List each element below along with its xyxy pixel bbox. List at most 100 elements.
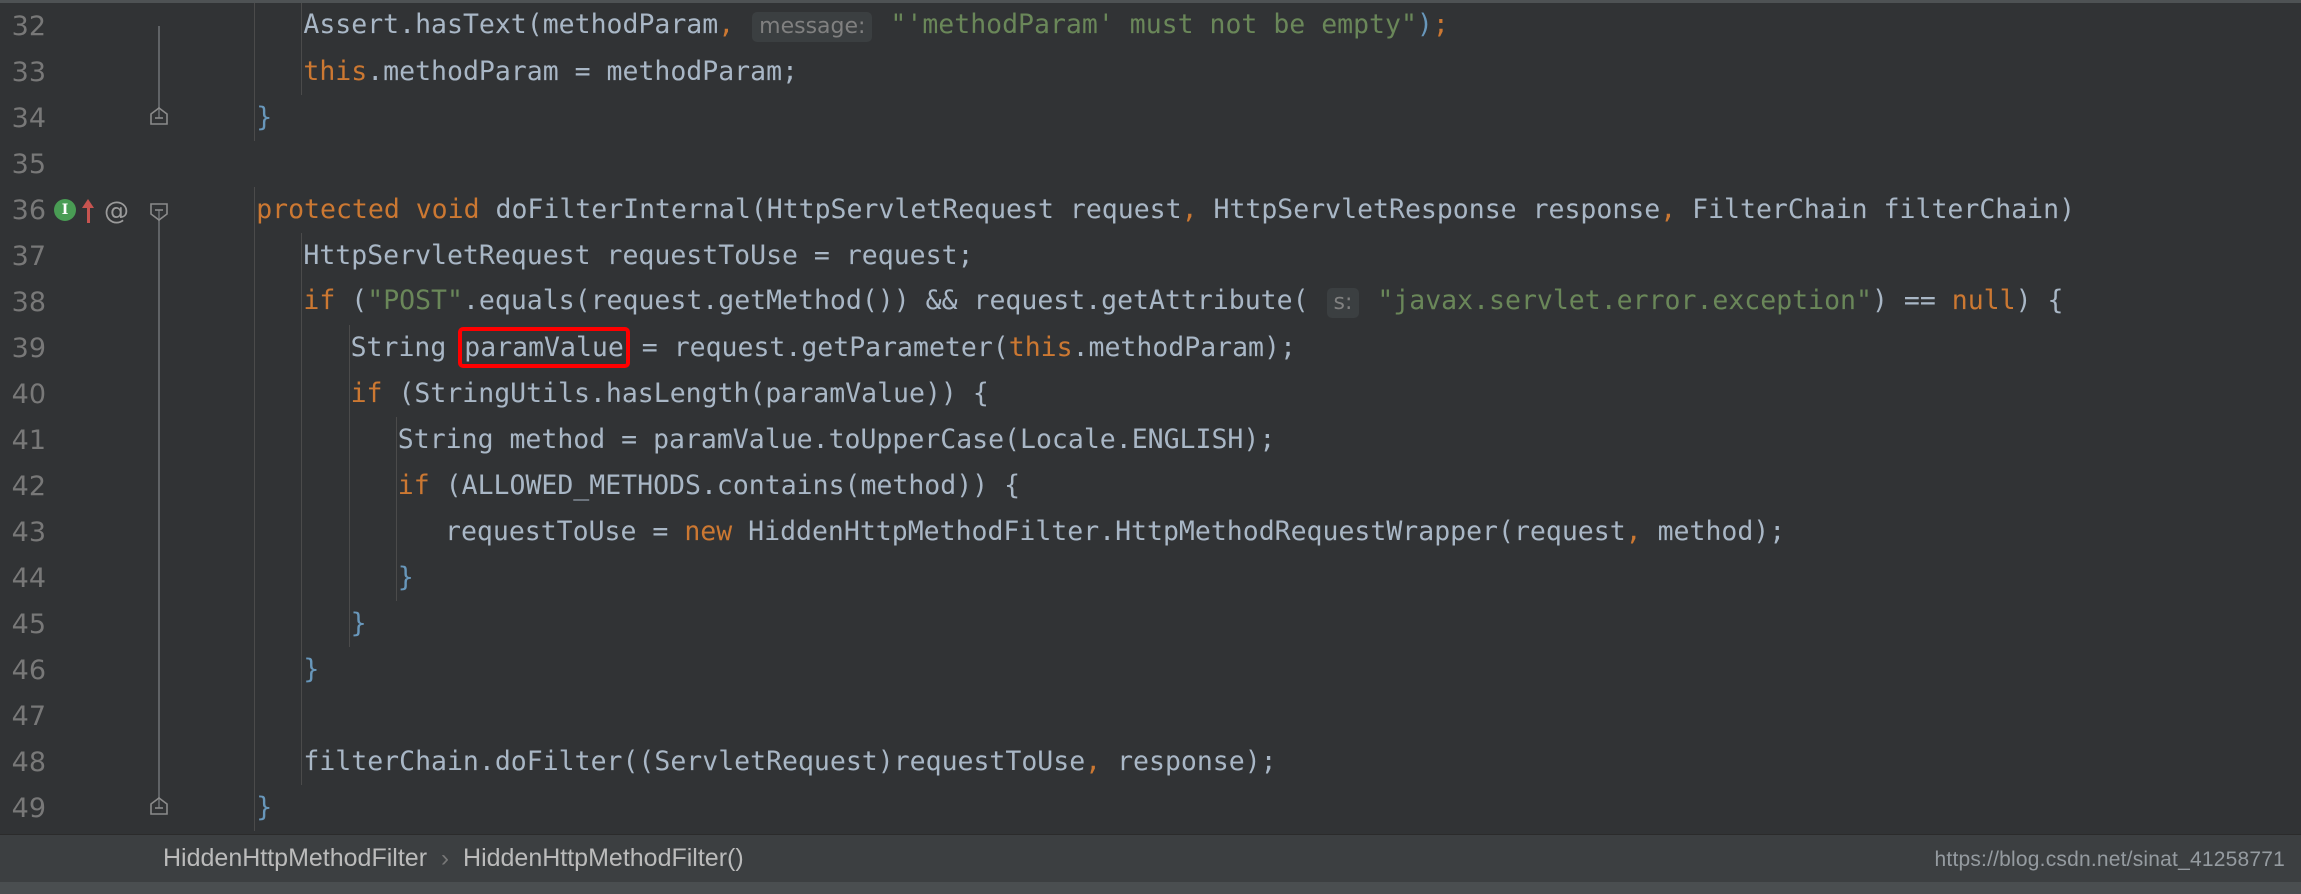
fold-collapse-icon[interactable] — [149, 107, 169, 129]
gutter-markers[interactable] — [46, 3, 136, 49]
code-line-text[interactable]: } — [182, 647, 2301, 693]
code-fold-gutter[interactable] — [136, 601, 182, 647]
code-lines-container[interactable]: 32 Assert.hasText(methodParam, message: "… — [0, 3, 2301, 831]
gutter-markers[interactable] — [46, 601, 136, 647]
indent-guide — [348, 325, 350, 647]
code-fold-gutter[interactable] — [136, 3, 182, 49]
code-line[interactable]: 37 HttpServletRequest requestToUse = requ… — [0, 233, 2301, 279]
gutter-markers[interactable] — [46, 463, 136, 509]
breadcrumb-item-method[interactable]: HiddenHttpMethodFilter() — [463, 844, 744, 873]
fold-region-line — [158, 555, 160, 601]
code-line[interactable]: 32 Assert.hasText(methodParam, message: "… — [0, 3, 2301, 49]
code-area[interactable]: 32 Assert.hasText(methodParam, message: "… — [0, 3, 2301, 834]
code-line[interactable]: 49} — [0, 785, 2301, 831]
code-fold-gutter[interactable] — [136, 371, 182, 417]
fold-region-line — [158, 279, 160, 325]
code-line-text[interactable] — [182, 693, 2301, 739]
code-fold-gutter[interactable] — [136, 647, 182, 693]
code-line-text[interactable]: } — [182, 785, 2301, 831]
code-fold-gutter[interactable] — [136, 785, 182, 831]
code-line-text[interactable]: if (StringUtils.hasLength(paramValue)) { — [182, 371, 2301, 417]
code-fold-gutter[interactable] — [136, 509, 182, 555]
code-line-text[interactable]: requestToUse = new HiddenHttpMethodFilte… — [182, 509, 2301, 555]
gutter-markers[interactable] — [46, 509, 136, 555]
code-line-text[interactable]: filterChain.doFilter((ServletRequest)req… — [182, 739, 2301, 785]
code-line-text[interactable]: HttpServletRequest requestToUse = reques… — [182, 233, 2301, 279]
code-token: HttpServletResponse response — [1197, 194, 1661, 225]
fold-region-line — [158, 739, 160, 785]
gutter-markers[interactable]: I @ — [46, 187, 136, 233]
code-fold-gutter[interactable] — [136, 141, 182, 187]
code-line-text[interactable] — [182, 141, 2301, 187]
gutter-markers[interactable] — [46, 279, 136, 325]
code-fold-gutter[interactable] — [136, 233, 182, 279]
gutter-markers[interactable] — [46, 233, 136, 279]
line-number: 49 — [11, 792, 46, 824]
line-number: 40 — [11, 378, 46, 410]
code-line[interactable]: 43 requestToUse = new HiddenHttpMethodFil… — [0, 509, 2301, 555]
code-fold-gutter[interactable] — [136, 555, 182, 601]
code-line-text[interactable]: } — [182, 601, 2301, 647]
code-line[interactable]: 46} — [0, 647, 2301, 693]
code-fold-gutter[interactable] — [136, 325, 182, 371]
gutter-markers[interactable] — [46, 141, 136, 187]
code-token: = request.getParameter( — [625, 332, 1009, 363]
code-token: if — [350, 378, 383, 409]
gutter-markers[interactable] — [46, 693, 136, 739]
code-line[interactable]: 34} — [0, 95, 2301, 141]
gutter-markers[interactable] — [46, 371, 136, 417]
code-line-text[interactable]: } — [182, 95, 2301, 141]
code-line[interactable]: 40 if (StringUtils.hasLength(paramValue))… — [0, 371, 2301, 417]
gutter-markers[interactable] — [46, 739, 136, 785]
code-line[interactable]: 48 filterChain.doFilter((ServletRequest)r… — [0, 739, 2301, 785]
code-token: protected void — [256, 194, 496, 225]
code-line-text[interactable]: Assert.hasText(methodParam, message: "'m… — [182, 3, 2301, 50]
code-line[interactable]: 39 String paramValue = request.getParamet… — [0, 325, 2301, 371]
code-fold-gutter[interactable] — [136, 693, 182, 739]
code-line-text[interactable]: } — [182, 555, 2301, 601]
gutter-markers[interactable] — [46, 555, 136, 601]
code-line[interactable]: 41 String method = paramValue.toUpperCase… — [0, 417, 2301, 463]
gutter-markers[interactable] — [46, 325, 136, 371]
code-line-text[interactable]: String paramValue = request.getParameter… — [182, 325, 2301, 371]
code-fold-gutter[interactable] — [136, 95, 182, 141]
gutter-markers[interactable] — [46, 647, 136, 693]
code-token: if — [303, 285, 336, 316]
code-fold-gutter[interactable] — [136, 279, 182, 325]
code-line[interactable]: 33 this.methodParam = methodParam; — [0, 49, 2301, 95]
code-fold-gutter[interactable] — [136, 739, 182, 785]
code-token: new — [684, 516, 733, 547]
code-fold-gutter[interactable] — [136, 417, 182, 463]
code-token: method); — [1641, 516, 1786, 547]
gutter-markers[interactable] — [46, 417, 136, 463]
code-fold-gutter[interactable] — [136, 187, 182, 233]
code-line[interactable]: 35 — [0, 141, 2301, 187]
code-line[interactable]: 36 I @ protected void doFilterInternal(Http… — [0, 187, 2301, 233]
code-line-text[interactable]: String method = paramValue.toUpperCase(L… — [182, 417, 2301, 463]
gutter-markers[interactable] — [46, 785, 136, 831]
code-token: (ALLOWED_METHODS.contains(method)) { — [429, 470, 1021, 501]
implements-method-icon[interactable]: I — [54, 199, 76, 221]
code-line[interactable]: 47 — [0, 693, 2301, 739]
gutter-markers[interactable] — [46, 49, 136, 95]
code-line-text[interactable]: protected void doFilterInternal(HttpServ… — [182, 187, 2301, 233]
watermark-url: https://blog.csdn.net/sinat_41258771 — [1934, 848, 2285, 871]
line-number: 47 — [11, 700, 46, 732]
override-arrow-icon[interactable] — [81, 197, 97, 223]
code-line[interactable]: 45} — [0, 601, 2301, 647]
code-line[interactable]: 38 if ("POST".equals(request.getMethod())… — [0, 279, 2301, 325]
code-token: , — [718, 9, 735, 40]
code-line[interactable]: 42 if (ALLOWED_METHODS.contains(method)) … — [0, 463, 2301, 509]
code-line-text[interactable]: if (ALLOWED_METHODS.contains(method)) { — [182, 463, 2301, 509]
code-fold-gutter[interactable] — [136, 463, 182, 509]
gutter-markers[interactable] — [46, 95, 136, 141]
annotation-at-icon[interactable]: @ — [104, 198, 129, 223]
code-line[interactable]: 44} — [0, 555, 2301, 601]
breadcrumb-item-class[interactable]: HiddenHttpMethodFilter — [163, 844, 427, 873]
code-line-text[interactable]: if ("POST".equals(request.getMethod()) &… — [182, 278, 2301, 326]
code-line-text[interactable]: this.methodParam = methodParam; — [182, 49, 2301, 95]
fold-collapse-icon[interactable] — [149, 199, 169, 221]
fold-collapse-icon[interactable] — [149, 797, 169, 819]
code-fold-gutter[interactable] — [136, 49, 182, 95]
fold-region-line — [158, 693, 160, 739]
